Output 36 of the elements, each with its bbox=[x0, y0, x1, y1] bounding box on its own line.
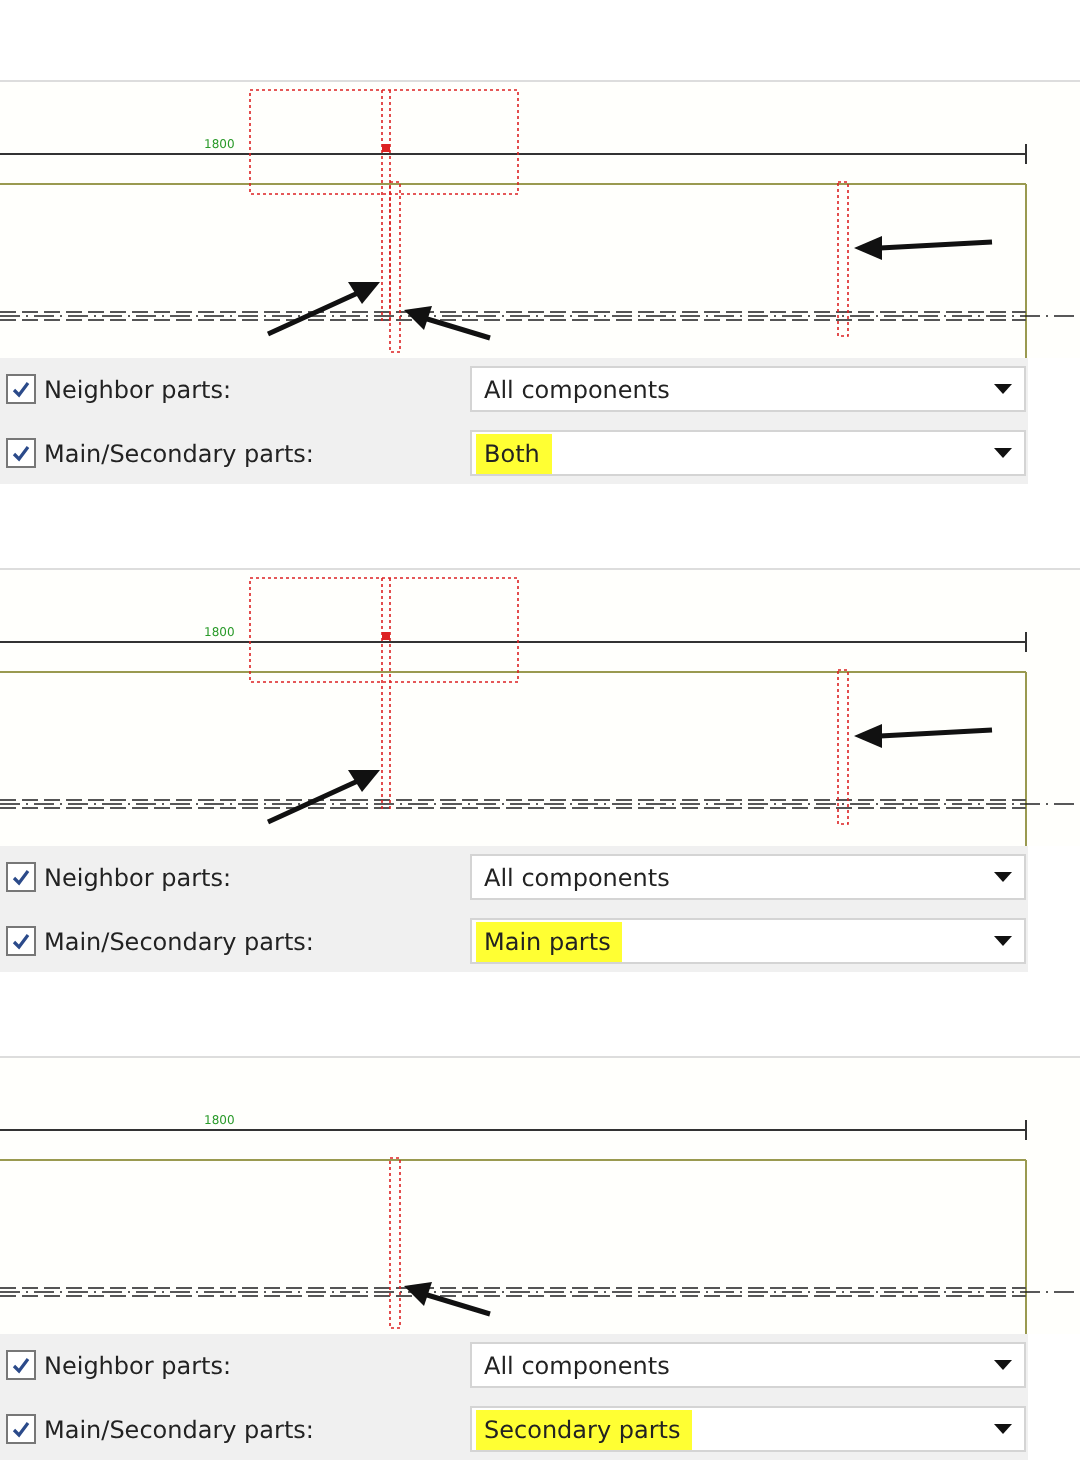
field-label: Main/Secondary parts: bbox=[44, 439, 316, 467]
caret-icon bbox=[994, 936, 1012, 946]
dropdown[interactable]: Main parts bbox=[470, 918, 1026, 964]
selected-value: Both bbox=[476, 433, 552, 473]
selected-value: All components bbox=[482, 1349, 672, 1383]
selected-value: All components bbox=[482, 373, 672, 407]
dropdown[interactable]: Secondary parts bbox=[470, 1406, 1026, 1452]
caret-icon bbox=[994, 448, 1012, 458]
caret-icon bbox=[994, 1360, 1012, 1370]
dropdown[interactable]: Both bbox=[470, 430, 1026, 476]
dropdown[interactable]: All components bbox=[470, 1342, 1026, 1388]
check-icon bbox=[10, 378, 32, 400]
checkbox[interactable] bbox=[6, 374, 36, 404]
checkbox[interactable] bbox=[6, 862, 36, 892]
field-label: Main/Secondary parts: bbox=[44, 927, 316, 955]
check-icon bbox=[10, 442, 32, 464]
check-icon bbox=[10, 1418, 32, 1440]
checkbox[interactable] bbox=[6, 438, 36, 468]
dropdown[interactable]: All components bbox=[470, 366, 1026, 412]
field-label: Neighbor parts: bbox=[44, 375, 234, 403]
checkbox[interactable] bbox=[6, 1350, 36, 1380]
selected-value: All components bbox=[482, 861, 672, 895]
caret-icon bbox=[994, 1424, 1012, 1434]
field-label: Neighbor parts: bbox=[44, 863, 234, 891]
dropdown[interactable]: All components bbox=[470, 854, 1026, 900]
check-icon bbox=[10, 930, 32, 952]
selected-value: Secondary parts bbox=[476, 1409, 693, 1449]
caret-icon bbox=[994, 872, 1012, 882]
check-icon bbox=[10, 866, 32, 888]
checkbox[interactable] bbox=[6, 926, 36, 956]
selected-value: Main parts bbox=[476, 921, 623, 961]
checkbox[interactable] bbox=[6, 1414, 36, 1444]
field-label: Neighbor parts: bbox=[44, 1351, 234, 1379]
caret-icon bbox=[994, 384, 1012, 394]
field-label: Main/Secondary parts: bbox=[44, 1415, 316, 1443]
check-icon bbox=[10, 1354, 32, 1376]
